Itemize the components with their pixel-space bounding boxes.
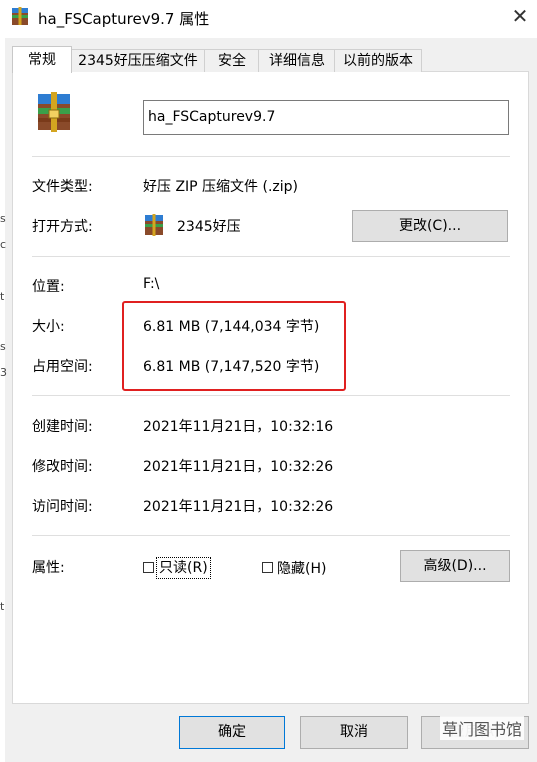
- open-with-app: 2345好压: [177, 219, 241, 235]
- location-value: F:\: [143, 276, 160, 292]
- tab-previous-versions[interactable]: 以前的版本: [334, 49, 422, 72]
- modified-value: 2021年11月21日，10:32:26: [143, 459, 334, 475]
- edge-char: 3: [0, 366, 7, 379]
- ok-button[interactable]: 确定: [179, 716, 285, 749]
- accessed-value: 2021年11月21日，10:32:26: [143, 499, 334, 515]
- background-window-edge: [0, 38, 5, 762]
- divider: [32, 535, 510, 536]
- edge-char: t: [0, 290, 5, 303]
- file-type-value: 好压 ZIP 压缩文件 (.zip): [143, 179, 299, 195]
- divider: [32, 256, 510, 257]
- readonly-label[interactable]: 只读(R): [156, 557, 211, 579]
- modified-label: 修改时间:: [32, 459, 93, 475]
- size-label: 大小:: [32, 319, 65, 335]
- edge-char: s: [0, 212, 6, 225]
- divider: [32, 156, 510, 157]
- file-type-label: 文件类型:: [32, 179, 93, 195]
- archive-icon: [12, 7, 28, 25]
- tab-general[interactable]: 常规: [12, 46, 72, 73]
- created-label: 创建时间:: [32, 419, 93, 435]
- archive-icon: [145, 214, 163, 236]
- created-value: 2021年11月21日，10:32:16: [143, 419, 334, 435]
- close-button[interactable]: ✕: [505, 2, 535, 32]
- advanced-button[interactable]: 高级(D)...: [400, 550, 510, 582]
- hidden-checkbox[interactable]: [262, 562, 273, 573]
- hidden-label[interactable]: 隐藏(H): [277, 558, 326, 578]
- divider: [32, 395, 510, 396]
- location-label: 位置:: [32, 279, 65, 295]
- change-button[interactable]: 更改(C)...: [352, 210, 508, 242]
- edge-char: c: [0, 238, 7, 251]
- red-highlight-box: [122, 301, 346, 391]
- readonly-checkbox[interactable]: [143, 562, 154, 573]
- edge-char: s: [0, 340, 6, 353]
- filename-field[interactable]: ha_FSCapturev9.7: [143, 100, 509, 135]
- edge-char: t: [0, 600, 5, 613]
- window-title: ha_FSCapturev9.7 属性: [38, 10, 210, 28]
- tab-security[interactable]: 安全: [204, 49, 260, 72]
- watermark-text: 草门图书馆: [442, 720, 523, 739]
- cancel-button[interactable]: 取消: [300, 716, 408, 749]
- archive-icon: [38, 92, 70, 132]
- watermark: 草门图书馆: [440, 716, 525, 740]
- attributes-label: 属性:: [32, 560, 65, 576]
- accessed-label: 访问时间:: [32, 499, 93, 515]
- tab-details[interactable]: 详细信息: [258, 49, 336, 72]
- tab-2345-archive[interactable]: 2345好压压缩文件: [70, 49, 206, 72]
- size-on-disk-label: 占用空间:: [32, 359, 93, 375]
- open-with-label: 打开方式:: [32, 219, 93, 235]
